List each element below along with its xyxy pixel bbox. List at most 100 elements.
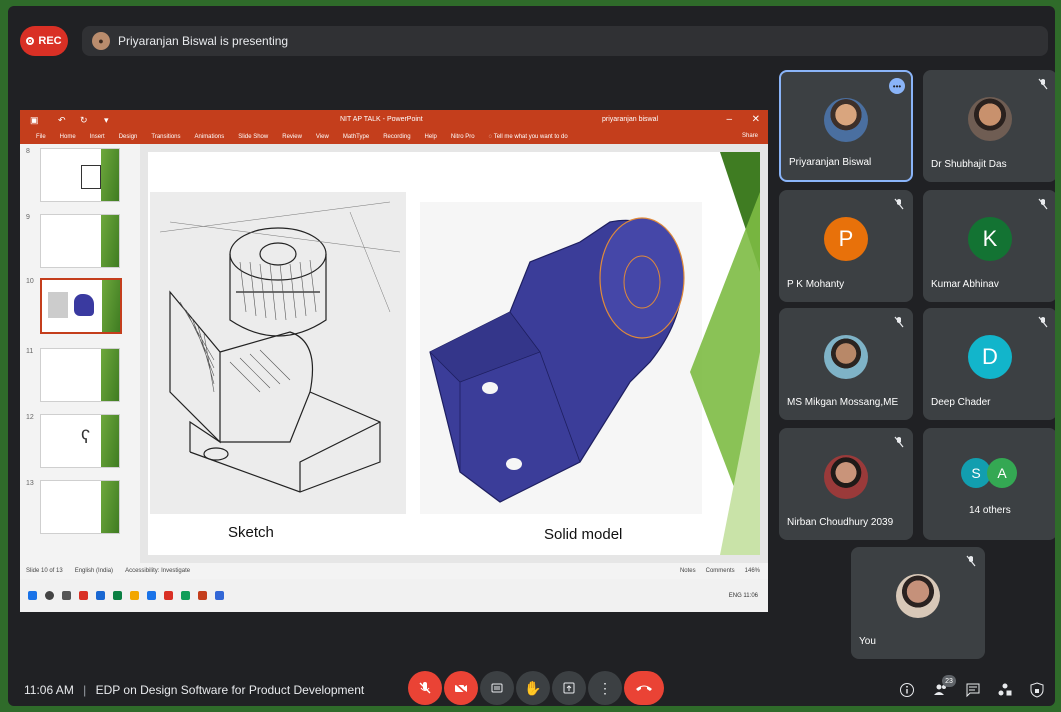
app-icon[interactable] (215, 591, 224, 600)
meet-window: REC ● Priyaranjan Biswal is presenting ▣… (8, 6, 1055, 706)
shared-screen[interactable]: ▣ ↶ ↻ ▾ NIT AP TALK - PowerPoint priyara… (20, 110, 768, 612)
ribbon-tab[interactable]: File (36, 134, 46, 140)
mic-off-icon (1038, 78, 1048, 90)
camera-toggle-button[interactable] (444, 671, 478, 705)
app-icon[interactable] (96, 591, 105, 600)
more-options-icon[interactable]: ••• (889, 78, 905, 94)
participant-tile[interactable]: Dr Shubhajit Das (923, 70, 1055, 182)
camera-off-icon (454, 682, 468, 695)
windows-start-icon[interactable] (28, 591, 37, 600)
participant-initial-avatar: D (968, 335, 1012, 380)
ribbon-tab[interactable]: Help (425, 134, 437, 140)
app-icon[interactable] (147, 591, 156, 600)
tell-me-box[interactable]: ◌ Tell me what you want to do (489, 134, 568, 140)
ribbon-tab[interactable]: Transitions (151, 134, 180, 140)
participant-tile[interactable]: Nirban Choudhury 2039 (779, 428, 913, 540)
slide-thumbnail[interactable] (40, 148, 120, 202)
ribbon-tab[interactable]: Recording (383, 134, 410, 140)
slide-thumbnail-selected[interactable] (40, 278, 122, 334)
participant-tile[interactable]: D Deep Chader (923, 308, 1055, 420)
people-button[interactable]: 23 (932, 675, 956, 699)
notes-button[interactable]: Notes (680, 568, 696, 574)
leave-call-button[interactable] (624, 671, 664, 705)
host-controls-button[interactable] (1028, 681, 1046, 699)
participant-name: Nirban Choudhury 2039 (787, 517, 894, 528)
people-count-badge: 23 (942, 675, 956, 687)
shield-lock-icon (1030, 682, 1044, 698)
hand-icon: ✋ (524, 679, 542, 696)
slide-thumbnail[interactable] (40, 214, 120, 268)
participant-avatar (968, 97, 1012, 142)
participant-tile[interactable]: K Kumar Abhinav (923, 190, 1055, 302)
folder-icon[interactable] (130, 591, 139, 600)
ppt-window-title: NIT AP TALK - PowerPoint (340, 116, 423, 123)
powerpoint-icon[interactable] (198, 591, 207, 600)
mic-off-icon (1038, 198, 1048, 210)
close-icon[interactable]: ✕ (752, 114, 760, 125)
participant-avatar (824, 335, 868, 380)
app-icon[interactable] (113, 591, 122, 600)
mic-off-icon (966, 555, 976, 567)
undo-icon[interactable]: ↶ (58, 115, 66, 126)
captions-icon (491, 683, 503, 693)
self-tile[interactable]: You (851, 547, 985, 659)
slide-thumbnail[interactable]: ʕ (40, 414, 120, 468)
raise-hand-button[interactable]: ✋ (516, 671, 550, 705)
others-count-label: 14 others (969, 505, 1011, 516)
ribbon-tab[interactable]: Insert (90, 134, 105, 140)
taskbar-clock: ENG 11:06 (728, 592, 758, 599)
chat-button[interactable] (964, 681, 982, 699)
app-icon[interactable] (79, 591, 88, 600)
ribbon-tab[interactable]: MathType (343, 134, 369, 140)
search-icon[interactable] (45, 591, 54, 600)
zoom-level[interactable]: 146% (745, 568, 760, 574)
participant-tile[interactable]: ••• Priyaranjan Biswal (779, 70, 913, 182)
chrome-icon[interactable] (181, 591, 190, 600)
ppt-title-bar: ▣ ↶ ↻ ▾ NIT AP TALK - PowerPoint priyara… (20, 110, 768, 130)
others-tile[interactable]: S A 14 others (923, 428, 1055, 540)
meeting-title: EDP on Design Software for Product Devel… (95, 683, 365, 697)
activities-button[interactable] (996, 681, 1014, 699)
participant-initial-avatar: K (968, 217, 1012, 262)
ribbon-tab[interactable]: Animations (195, 134, 225, 140)
comments-button[interactable]: Comments (706, 568, 735, 574)
participant-tile[interactable]: MS Mikgan Mossang,ME (779, 308, 913, 420)
share-button[interactable]: Share (742, 133, 758, 139)
save-icon[interactable]: ▣ (30, 115, 39, 126)
presenting-text: Priyaranjan Biswal is presenting (118, 34, 289, 48)
language-status[interactable]: English (India) (75, 568, 113, 574)
ribbon-tab[interactable]: Design (119, 134, 138, 140)
redo-icon[interactable]: ↻ (80, 115, 88, 126)
slide-decoration (690, 152, 760, 555)
ribbon-tab[interactable]: View (316, 134, 329, 140)
more-options-button[interactable]: ⋮ (588, 671, 622, 705)
tell-me-label: Tell me what you want to do (493, 134, 568, 140)
mic-off-icon (894, 436, 904, 448)
captions-button[interactable] (480, 671, 514, 705)
ribbon-tab[interactable]: Slide Show (238, 134, 268, 140)
present-button[interactable] (552, 671, 586, 705)
clock-time: 11:06 AM (24, 683, 74, 697)
ribbon-tab[interactable]: Nitro Pro (451, 134, 475, 140)
task-view-icon[interactable] (62, 591, 71, 600)
participant-initial-avatar: P (824, 217, 868, 262)
meeting-details-button[interactable] (898, 681, 916, 699)
slide-thumbnail[interactable] (40, 480, 120, 534)
participant-name: Kumar Abhinav (931, 279, 999, 290)
minimize-icon[interactable]: – (726, 114, 732, 125)
bottom-bar: 11:06 AM | EDP on Design Software for Pr… (8, 661, 1055, 706)
windows-taskbar: ENG 11:06 (20, 579, 768, 612)
ribbon-tab[interactable]: Review (282, 134, 302, 140)
customize-icon[interactable]: ▾ (104, 115, 109, 126)
mic-toggle-button[interactable] (408, 671, 442, 705)
accessibility-status[interactable]: Accessibility: Investigate (125, 568, 190, 574)
mic-off-icon (894, 316, 904, 328)
presenter-avatar: ● (92, 32, 110, 50)
participant-name: Priyaranjan Biswal (789, 157, 872, 168)
app-icon[interactable] (164, 591, 173, 600)
slide-thumbnail[interactable] (40, 348, 120, 402)
slide-caption-solid-model: Solid model (544, 526, 623, 543)
ppt-ribbon: File Home Insert Design Transitions Anim… (20, 130, 768, 144)
participant-tile[interactable]: P P K Mohanty (779, 190, 913, 302)
ribbon-tab[interactable]: Home (60, 134, 76, 140)
